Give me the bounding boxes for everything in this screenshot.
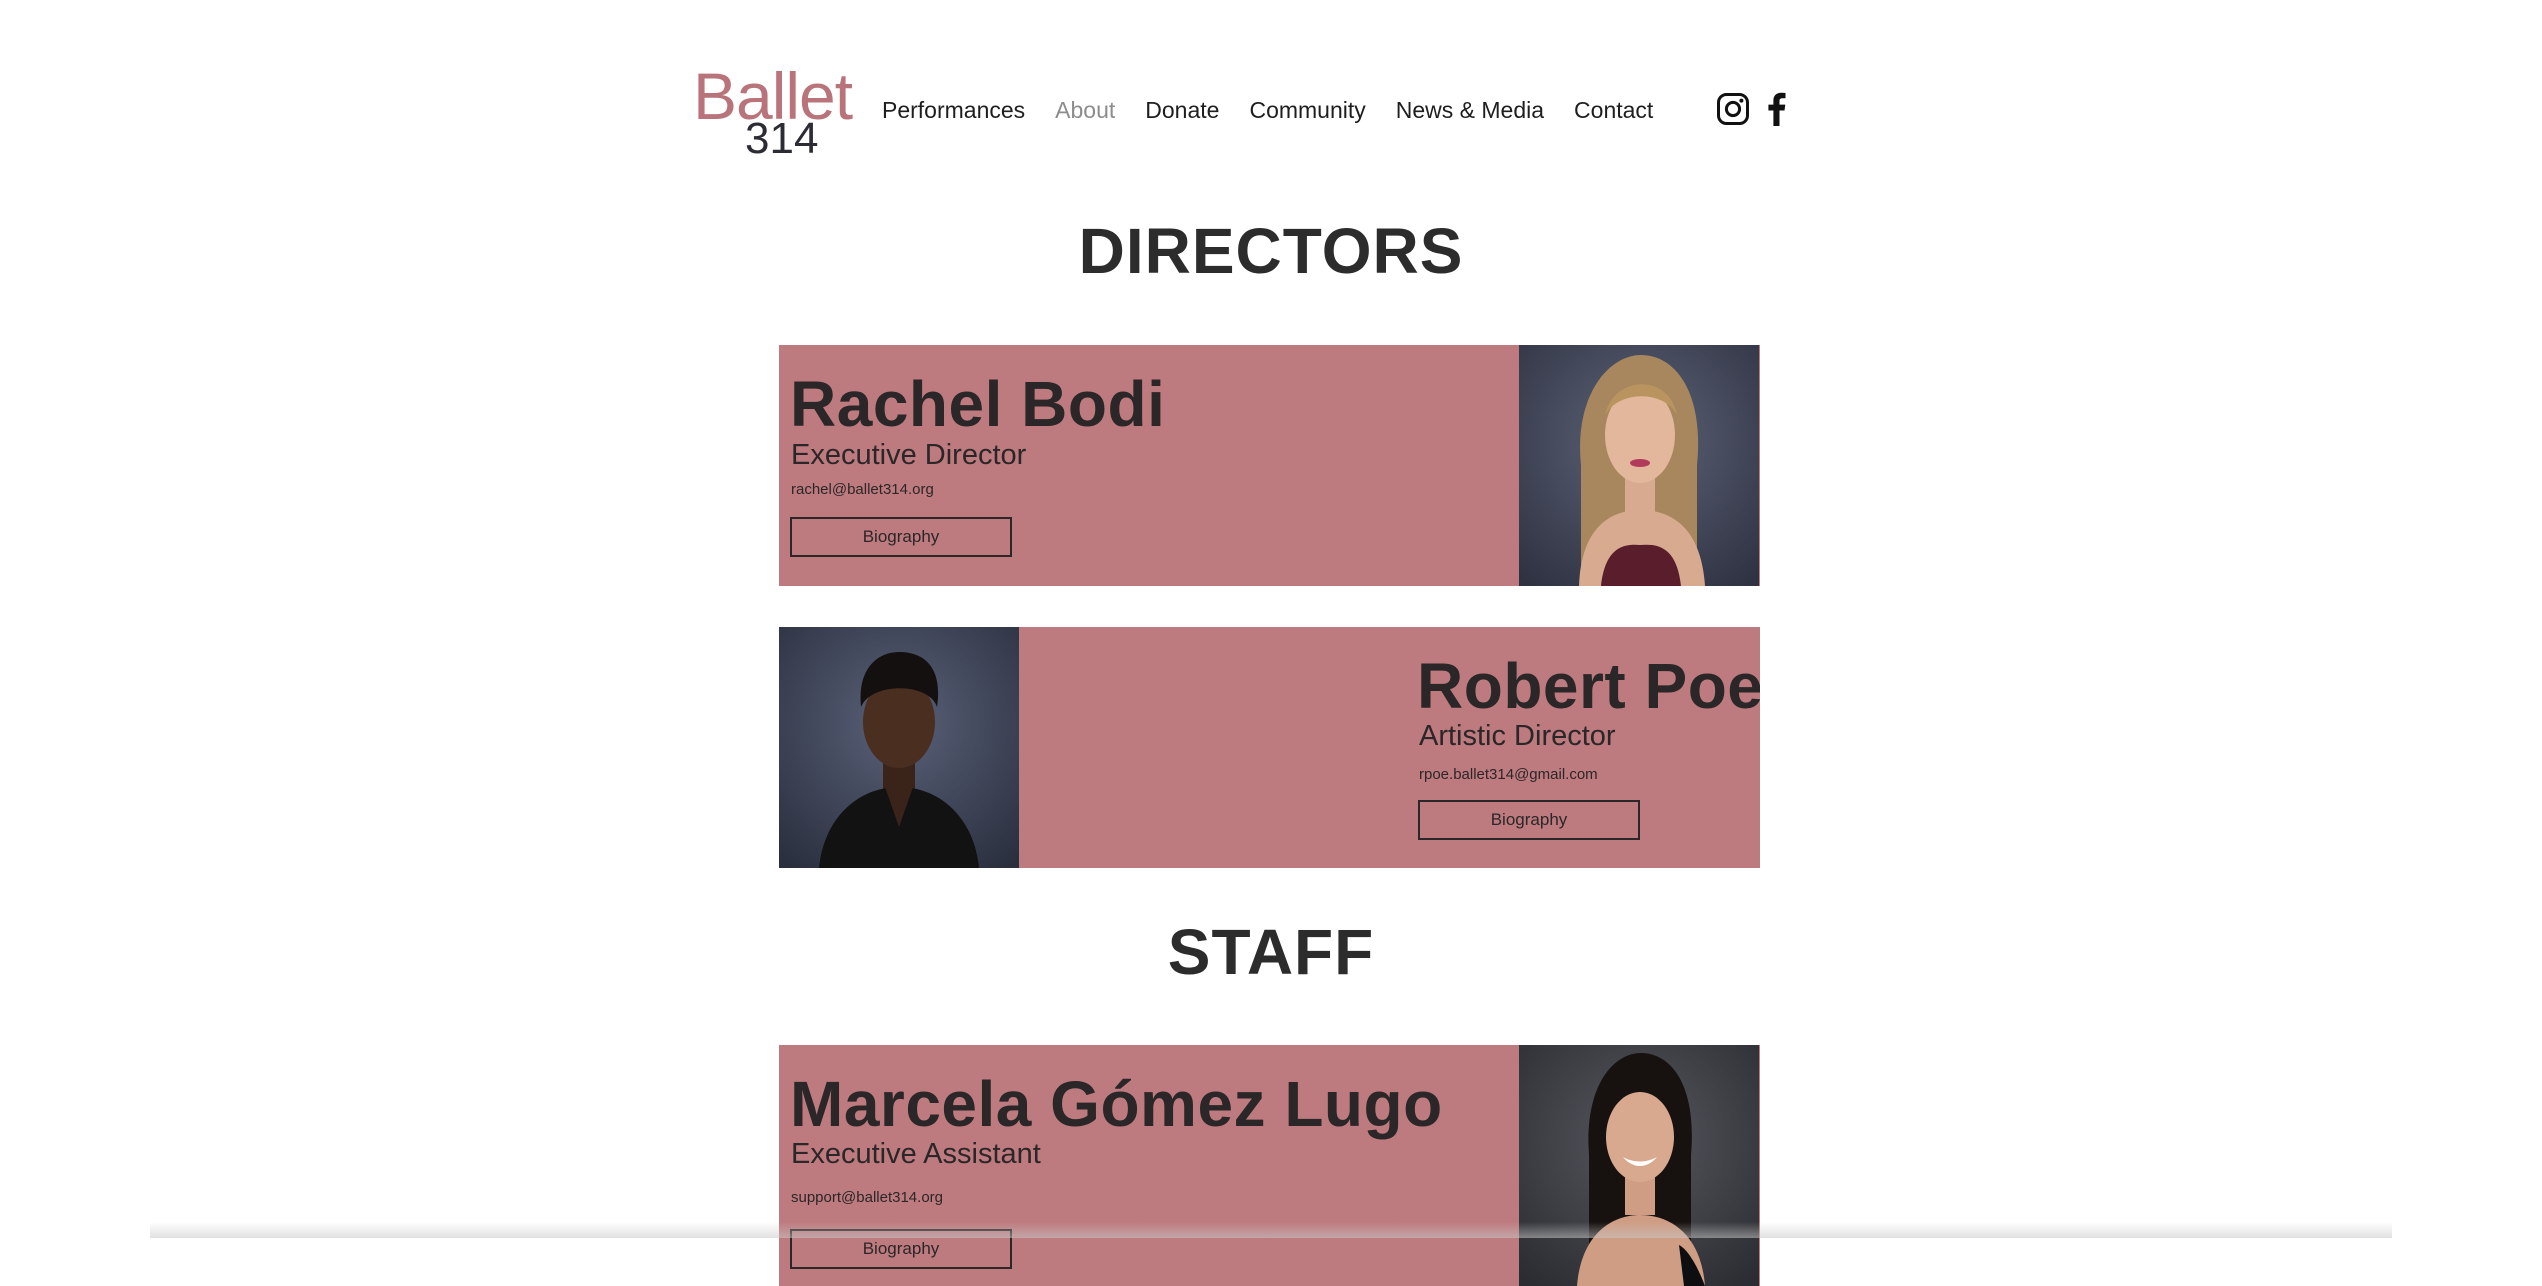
person-role: Executive Director: [791, 439, 1027, 471]
logo-number: 314: [745, 114, 819, 163]
directors-heading: DIRECTORS: [1078, 215, 1464, 287]
robert-photo: [779, 627, 1019, 868]
page-bottom-shadow: [150, 1222, 2392, 1238]
biography-button[interactable]: Biography: [790, 517, 1012, 557]
person-name: Robert Poe: [1417, 650, 1760, 722]
person-role: Artistic Director: [1419, 720, 1616, 752]
person-name: Marcela Gómez Lugo: [790, 1068, 1443, 1140]
person-email[interactable]: rachel@ballet314.org: [791, 481, 934, 498]
director-card-robert: Robert Poe Artistic Director rpoe.ballet…: [779, 627, 1760, 868]
person-email[interactable]: support@ballet314.org: [791, 1189, 943, 1206]
site-header: Ballet 314 Performances About Donate Com…: [0, 0, 2542, 200]
main-nav: Performances About Donate Community News…: [882, 90, 1683, 130]
nav-about[interactable]: About: [1055, 97, 1115, 124]
social-links: [1716, 92, 1788, 126]
staff-card-marcela: Marcela Gómez Lugo Executive Assistant s…: [779, 1045, 1760, 1286]
nav-news-media[interactable]: News & Media: [1396, 97, 1544, 124]
person-role: Executive Assistant: [791, 1138, 1041, 1170]
staff-heading: STAFF: [1167, 916, 1375, 988]
logo[interactable]: Ballet 314: [690, 58, 860, 163]
nav-performances[interactable]: Performances: [882, 97, 1025, 124]
instagram-icon[interactable]: [1716, 92, 1750, 126]
person-email[interactable]: rpoe.ballet314@gmail.com: [1419, 766, 1598, 783]
person-name: Rachel Bodi: [790, 368, 1166, 440]
nav-donate[interactable]: Donate: [1145, 97, 1219, 124]
director-card-rachel: Rachel Bodi Executive Director rachel@ba…: [779, 345, 1760, 586]
facebook-icon[interactable]: [1764, 92, 1788, 126]
rachel-photo: [1519, 345, 1759, 586]
nav-community[interactable]: Community: [1249, 97, 1365, 124]
biography-button[interactable]: Biography: [1418, 800, 1640, 840]
nav-contact[interactable]: Contact: [1574, 97, 1653, 124]
marcela-photo: [1519, 1045, 1759, 1286]
